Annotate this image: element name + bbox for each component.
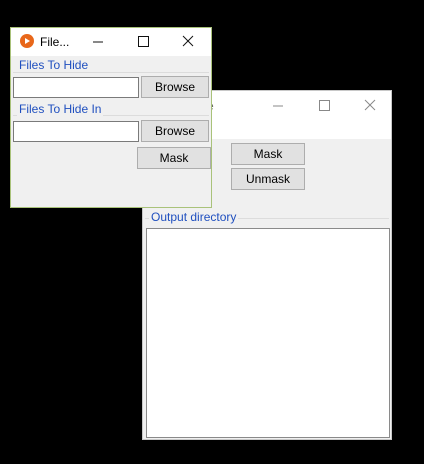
app-icon xyxy=(20,34,34,48)
files-to-hide-in-input[interactable] xyxy=(13,121,139,142)
front-mask-button[interactable]: Mask xyxy=(137,147,211,169)
back-close-button[interactable] xyxy=(347,91,393,121)
files-to-hide-in-label: Files To Hide In xyxy=(17,102,104,116)
output-directory-list[interactable] xyxy=(146,228,390,438)
output-directory-label: Output directory xyxy=(149,210,239,224)
back-mask-button[interactable]: Mask xyxy=(231,143,305,165)
front-window: File... Files To Hide Browse Files To Hi… xyxy=(10,27,212,208)
front-close-button[interactable] xyxy=(165,28,211,56)
maximize-icon xyxy=(319,100,330,111)
front-minimize-button[interactable] xyxy=(75,28,121,56)
back-minimize-button[interactable] xyxy=(255,91,301,121)
minimize-icon xyxy=(93,41,103,43)
minimize-icon xyxy=(273,105,283,107)
front-title-bar[interactable]: File... xyxy=(11,28,211,56)
files-to-hide-input[interactable] xyxy=(13,77,139,98)
close-icon xyxy=(182,35,194,47)
front-maximize-button[interactable] xyxy=(121,28,167,56)
close-icon xyxy=(364,99,376,111)
back-unmask-button[interactable]: Unmask xyxy=(231,168,305,190)
maximize-icon xyxy=(138,36,149,47)
files-to-hide-label: Files To Hide xyxy=(17,58,91,72)
back-maximize-button[interactable] xyxy=(301,91,347,121)
front-window-title: File... xyxy=(40,35,70,49)
files-to-hide-separator xyxy=(13,72,209,73)
files-to-hide-in-browse-button[interactable]: Browse xyxy=(141,120,209,142)
files-to-hide-browse-button[interactable]: Browse xyxy=(141,76,209,98)
